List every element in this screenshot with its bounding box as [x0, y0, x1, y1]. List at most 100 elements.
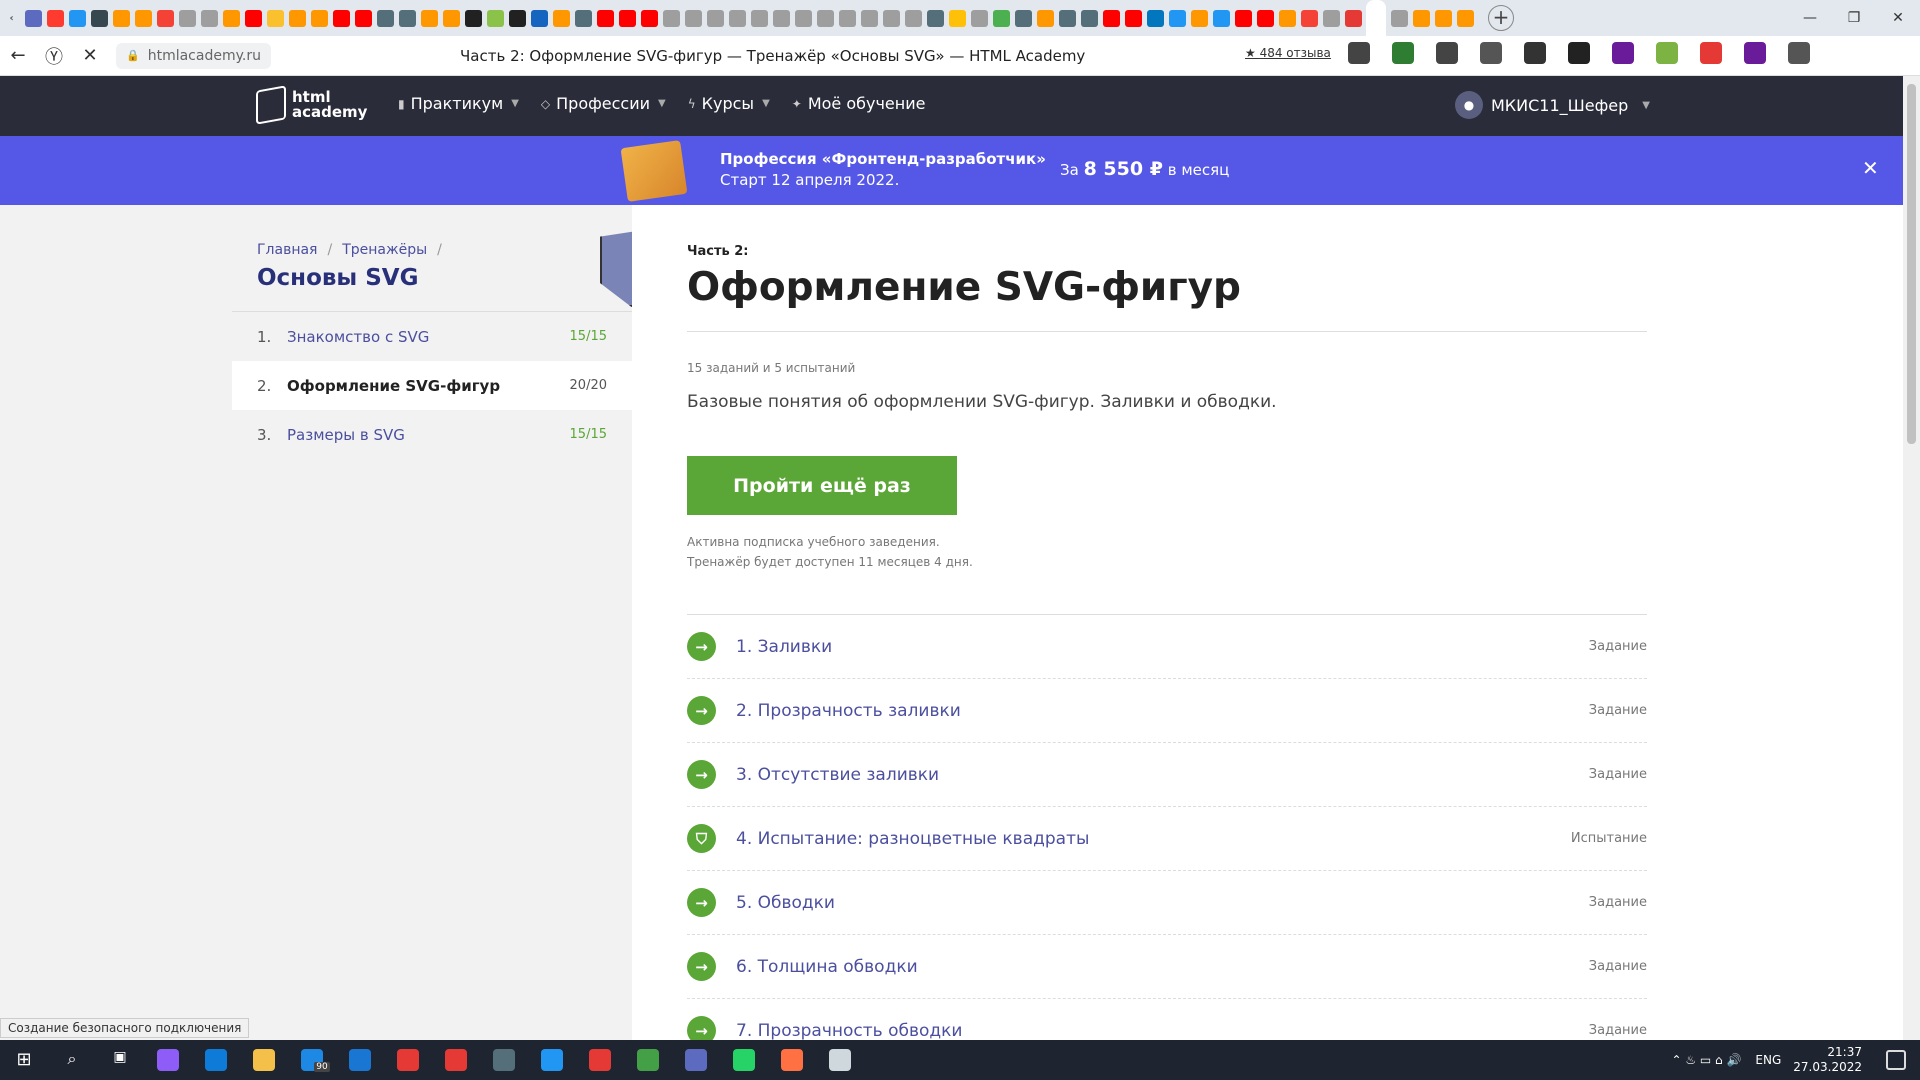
taskbar-app-icon[interactable]	[480, 1040, 528, 1080]
taskbar-app-icon[interactable]	[192, 1040, 240, 1080]
task-view-icon[interactable]: ▣	[96, 1040, 144, 1080]
tab-favicon-icon[interactable]	[619, 9, 636, 27]
tab-favicon-icon[interactable]	[355, 9, 372, 27]
tab-favicon-icon[interactable]	[773, 9, 790, 27]
url-field[interactable]: 🔒 htmlacademy.ru	[116, 42, 271, 69]
lesson-row[interactable]: → 2. Прозрачность заливки Задание	[687, 679, 1647, 743]
tab-favicon-icon[interactable]	[245, 9, 262, 27]
taskbar-app-icon[interactable]	[624, 1040, 672, 1080]
tab-favicon-icon[interactable]	[267, 9, 284, 27]
tab-favicon-icon[interactable]	[1103, 9, 1120, 27]
scrollbar-thumb[interactable]	[1907, 84, 1916, 444]
taskbar-app-icon[interactable]	[240, 1040, 288, 1080]
lesson-title[interactable]: 3. Отсутствие заливки	[736, 765, 1589, 785]
tab-favicon-icon[interactable]	[1235, 9, 1252, 27]
tab-favicon-icon[interactable]	[1257, 9, 1274, 27]
tab-favicon-icon[interactable]	[443, 9, 460, 27]
clock[interactable]: 21:37 27.03.2022	[1793, 1045, 1862, 1075]
tab-favicon-icon[interactable]	[509, 9, 526, 27]
tab-favicon-icon[interactable]	[531, 9, 548, 27]
notifications-icon[interactable]	[1886, 1050, 1906, 1070]
tab-favicon-icon[interactable]	[399, 9, 416, 27]
tab-favicon-icon[interactable]	[685, 9, 702, 27]
tab-favicon-icon[interactable]	[993, 9, 1010, 27]
tab-favicon-icon[interactable]	[1059, 9, 1076, 27]
tab-favicon-icon[interactable]	[905, 9, 922, 27]
lesson-row[interactable]: → 5. Обводки Задание	[687, 871, 1647, 935]
tab-favicon-icon[interactable]	[663, 9, 680, 27]
tabs-scroll-left-icon[interactable]: ‹	[3, 10, 20, 27]
breadcrumb-home[interactable]: Главная	[257, 242, 317, 258]
extension-icon[interactable]	[1656, 42, 1678, 64]
taskbar-app-icon[interactable]	[336, 1040, 384, 1080]
lesson-row[interactable]: → 7. Прозрачность обводки Задание	[687, 999, 1647, 1040]
tab-favicon-icon[interactable]	[1391, 9, 1408, 27]
tab-active[interactable]	[1366, 0, 1386, 36]
restore-icon[interactable]: ❐	[1832, 10, 1876, 26]
tab-favicon-icon[interactable]	[47, 9, 64, 27]
tab-favicon-icon[interactable]	[465, 9, 482, 27]
start-icon[interactable]: ⊞	[0, 1040, 48, 1080]
tab-favicon-icon[interactable]	[333, 9, 350, 27]
taskbar-app-icon[interactable]	[768, 1040, 816, 1080]
tab-favicon-icon[interactable]	[421, 9, 438, 27]
tab-favicon-icon[interactable]	[113, 9, 130, 27]
extension-icon[interactable]	[1524, 42, 1546, 64]
tab-favicon-icon[interactable]	[1345, 9, 1362, 27]
tab-favicon-icon[interactable]	[1037, 9, 1054, 27]
tab-favicon-icon[interactable]	[597, 9, 614, 27]
lesson-row[interactable]: → 6. Толщина обводки Задание	[687, 935, 1647, 999]
tab-favicon-icon[interactable]	[1125, 9, 1142, 27]
tab-favicon-icon[interactable]	[1435, 9, 1452, 27]
tab-favicon-icon[interactable]	[1015, 9, 1032, 27]
tab-favicon-icon[interactable]	[553, 9, 570, 27]
tab-favicon-icon[interactable]	[707, 9, 724, 27]
chapter-item-active[interactable]: 2. Оформление SVG-фигур 20/20	[232, 361, 632, 410]
minimize-icon[interactable]: —	[1788, 10, 1832, 26]
tab-favicon-icon[interactable]	[1081, 9, 1098, 27]
tab-favicon-icon[interactable]	[201, 9, 218, 27]
extension-icon[interactable]	[1700, 42, 1722, 64]
back-icon[interactable]: ←	[0, 45, 36, 66]
tab-favicon-icon[interactable]	[25, 9, 42, 27]
taskbar-app-icon[interactable]	[144, 1040, 192, 1080]
taskbar-app-icon[interactable]	[720, 1040, 768, 1080]
lesson-row[interactable]: → 1. Заливки Задание	[687, 615, 1647, 679]
taskbar-app-icon[interactable]	[816, 1040, 864, 1080]
tab-favicon-icon[interactable]	[641, 9, 658, 27]
menu-item-my-learning[interactable]: ✦ Моё обучение	[792, 94, 926, 113]
tab-favicon-icon[interactable]	[861, 9, 878, 27]
tab-favicon-icon[interactable]	[223, 9, 240, 27]
taskbar-app-icon[interactable]	[672, 1040, 720, 1080]
lesson-title[interactable]: 6. Толщина обводки	[736, 957, 1589, 977]
lesson-title[interactable]: 5. Обводки	[736, 893, 1589, 913]
taskbar-app-icon[interactable]: 90	[288, 1040, 336, 1080]
lesson-row[interactable]: → 3. Отсутствие заливки Задание	[687, 743, 1647, 807]
breadcrumb-trainers[interactable]: Тренажёры	[342, 242, 427, 258]
new-tab-icon[interactable]: +	[1488, 5, 1514, 31]
extension-icon[interactable]	[1436, 42, 1458, 64]
menu-item-practicum[interactable]: ▮ Практикум ▼	[398, 94, 519, 113]
lesson-title[interactable]: 1. Заливки	[736, 637, 1589, 657]
scrollbar[interactable]	[1903, 76, 1920, 1040]
lesson-title[interactable]: 4. Испытание: разноцветные квадраты	[736, 829, 1571, 849]
extension-icon[interactable]	[1788, 42, 1810, 64]
tab-favicon-icon[interactable]	[949, 9, 966, 27]
tab-favicon-icon[interactable]	[377, 9, 394, 27]
lesson-title[interactable]: 2. Прозрачность заливки	[736, 701, 1589, 721]
tab-favicon-icon[interactable]	[839, 9, 856, 27]
extension-icon[interactable]	[1568, 42, 1590, 64]
tab-favicon-icon[interactable]	[729, 9, 746, 27]
tab-favicon-icon[interactable]	[971, 9, 988, 27]
tab-favicon-icon[interactable]	[575, 9, 592, 27]
tab-favicon-icon[interactable]	[179, 9, 196, 27]
user-menu[interactable]: ● МКИС11_Шефер ▼	[1455, 91, 1650, 119]
tab-favicon-icon[interactable]	[157, 9, 174, 27]
tab-favicon-icon[interactable]	[927, 9, 944, 27]
tab-favicon-icon[interactable]	[1457, 9, 1474, 27]
tab-favicon-icon[interactable]	[1213, 9, 1230, 27]
search-icon[interactable]: ⌕	[48, 1040, 96, 1080]
tab-favicon-icon[interactable]	[311, 9, 328, 27]
reviews-link[interactable]: ★ 484 отзыва	[1245, 46, 1331, 60]
tab-favicon-icon[interactable]	[135, 9, 152, 27]
